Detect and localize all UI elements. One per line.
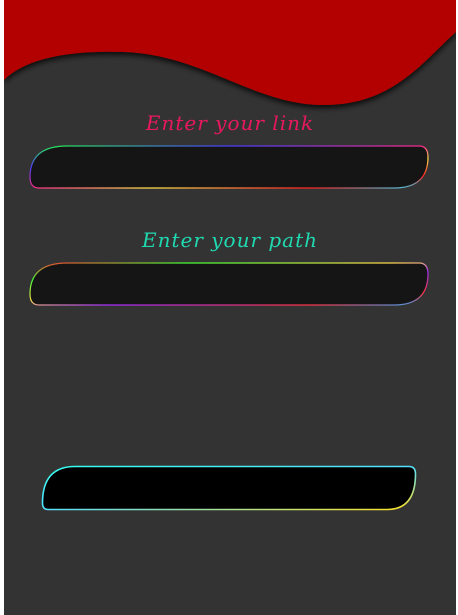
link-input[interactable]	[43, 151, 417, 185]
path-label: Enter your path	[141, 228, 319, 252]
link-field[interactable]	[29, 145, 429, 189]
submit-button[interactable]	[41, 465, 417, 511]
submit-button-label	[41, 465, 417, 511]
header-wave	[4, 0, 456, 105]
path-input[interactable]	[43, 268, 417, 302]
app-window: Enter your link Enter your path	[4, 0, 456, 615]
path-field[interactable]	[29, 262, 429, 306]
link-label: Enter your link	[145, 111, 315, 135]
